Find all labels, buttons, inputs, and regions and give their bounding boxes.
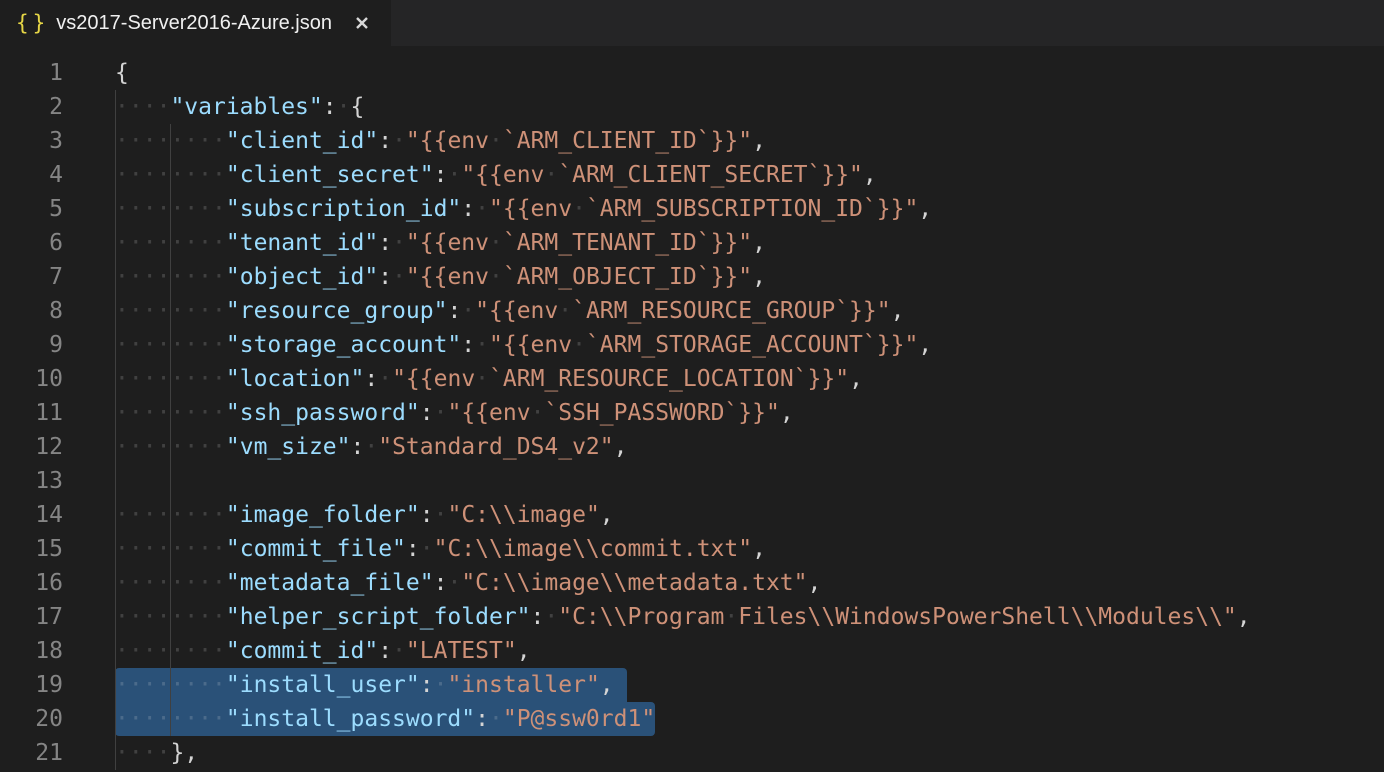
indent-guide xyxy=(115,464,116,498)
line-content: ········"client_id":·"{{env·`ARM_CLIENT_… xyxy=(115,124,1384,158)
line-content: ········"commit_file":·"C:\\image\\commi… xyxy=(115,532,1384,566)
line-number[interactable]: 4 xyxy=(0,158,63,192)
line-number[interactable]: 13 xyxy=(0,464,63,498)
tab-vs2017-server2016-azure[interactable]: {} vs2017-Server2016-Azure.json xyxy=(0,0,391,46)
line-number[interactable]: 15 xyxy=(0,532,63,566)
code-area: 1{2····"variables":·{3········"client_id… xyxy=(0,46,1384,772)
line-number[interactable]: 6 xyxy=(0,226,63,260)
line-number[interactable]: 21 xyxy=(0,736,63,770)
code-line[interactable]: 7 ········"object_id":·"{{env·`ARM_OBJECT… xyxy=(0,260,1384,294)
line-number[interactable]: 12 xyxy=(0,430,63,464)
line-number[interactable]: 5 xyxy=(0,192,63,226)
line-number[interactable]: 14 xyxy=(0,498,63,532)
line-content: ········"image_folder":·"C:\\image", xyxy=(115,498,1384,532)
code-line[interactable]: 8 ········"resource_group":·"{{env·`ARM_R… xyxy=(0,294,1384,328)
line-content: ········"helper_script_folder":·"C:\\Pro… xyxy=(115,600,1384,634)
code-line[interactable]: 9 ········"storage_account":·"{{env·`ARM_… xyxy=(0,328,1384,362)
json-braces-icon: {} xyxy=(16,11,49,35)
code-line[interactable]: 10 ········"location":·"{{env·`ARM_RESOUR… xyxy=(0,362,1384,396)
line-number[interactable]: 19 xyxy=(0,668,63,702)
code-line[interactable]: 2 ····"variables":·{ xyxy=(0,90,1384,124)
line-content: ········"object_id":·"{{env·`ARM_OBJECT_… xyxy=(115,260,1384,294)
line-number[interactable]: 7 xyxy=(0,260,63,294)
line-number[interactable]: 8 xyxy=(0,294,63,328)
line-content: ········"subscription_id":·"{{env·`ARM_S… xyxy=(115,192,1384,226)
code-line[interactable]: 12 ········"vm_size":·"Standard_DS4_v2", xyxy=(0,430,1384,464)
code-line[interactable]: 5 ········"subscription_id":·"{{env·`ARM_… xyxy=(0,192,1384,226)
line-number[interactable]: 1 xyxy=(0,56,63,90)
line-number[interactable]: 2 xyxy=(0,90,63,124)
line-content: ········"storage_account":·"{{env·`ARM_S… xyxy=(115,328,1384,362)
code-line[interactable]: 20 ········"install_password":·"P@ssw0rd1… xyxy=(0,702,1384,736)
line-content: { xyxy=(115,56,1384,90)
line-content: ········"ssh_password":·"{{env·`SSH_PASS… xyxy=(115,396,1384,430)
line-content: ········"install_user":·"installer", xyxy=(115,668,1384,702)
line-content: ········"client_secret":·"{{env·`ARM_CLI… xyxy=(115,158,1384,192)
code-line[interactable]: 4 ········"client_secret":·"{{env·`ARM_CL… xyxy=(0,158,1384,192)
indent-guide xyxy=(170,464,171,498)
line-number[interactable]: 20 xyxy=(0,702,63,736)
code-line[interactable]: 11 ········"ssh_password":·"{{env·`SSH_PA… xyxy=(0,396,1384,430)
code-line[interactable]: 21 ····}, xyxy=(0,736,1384,770)
code-line[interactable]: 16 ········"metadata_file":·"C:\\image\\m… xyxy=(0,566,1384,600)
line-content: ········"metadata_file":·"C:\\image\\met… xyxy=(115,566,1384,600)
code-line[interactable]: 15 ········"commit_file":·"C:\\image\\com… xyxy=(0,532,1384,566)
line-content: ········"commit_id":·"LATEST", xyxy=(115,634,1384,668)
line-content: ········"install_password":·"P@ssw0rd1" xyxy=(115,702,1384,736)
line-content: ········"resource_group":·"{{env·`ARM_RE… xyxy=(115,294,1384,328)
code-line[interactable]: 13 xyxy=(0,464,1384,498)
line-number[interactable]: 16 xyxy=(0,566,63,600)
line-number[interactable]: 18 xyxy=(0,634,63,668)
line-content xyxy=(115,464,1384,498)
line-content: ········"location":·"{{env·`ARM_RESOURCE… xyxy=(115,362,1384,396)
line-content: ····}, xyxy=(115,736,1384,770)
line-content: ········"tenant_id":·"{{env·`ARM_TENANT_… xyxy=(115,226,1384,260)
tab-title: vs2017-Server2016-Azure.json xyxy=(56,12,332,35)
line-content: ········"vm_size":·"Standard_DS4_v2", xyxy=(115,430,1384,464)
code-line[interactable]: 19 ········"install_user":·"installer", xyxy=(0,668,1384,702)
line-number[interactable]: 11 xyxy=(0,396,63,430)
line-number[interactable]: 17 xyxy=(0,600,63,634)
line-content: ····"variables":·{ xyxy=(115,90,1384,124)
code-line[interactable]: 6 ········"tenant_id":·"{{env·`ARM_TENANT… xyxy=(0,226,1384,260)
line-number[interactable]: 10 xyxy=(0,362,63,396)
code-line[interactable]: 3 ········"client_id":·"{{env·`ARM_CLIENT… xyxy=(0,124,1384,158)
code-line[interactable]: 14 ········"image_folder":·"C:\\image", xyxy=(0,498,1384,532)
tab-bar: {} vs2017-Server2016-Azure.json xyxy=(0,0,1384,46)
code-line[interactable]: 17 ········"helper_script_folder":·"C:\\P… xyxy=(0,600,1384,634)
code-line[interactable]: 1{ xyxy=(0,56,1384,90)
close-tab-icon[interactable] xyxy=(349,10,375,36)
code-line[interactable]: 18 ········"commit_id":·"LATEST", xyxy=(0,634,1384,668)
line-number[interactable]: 9 xyxy=(0,328,63,362)
line-number[interactable]: 3 xyxy=(0,124,63,158)
